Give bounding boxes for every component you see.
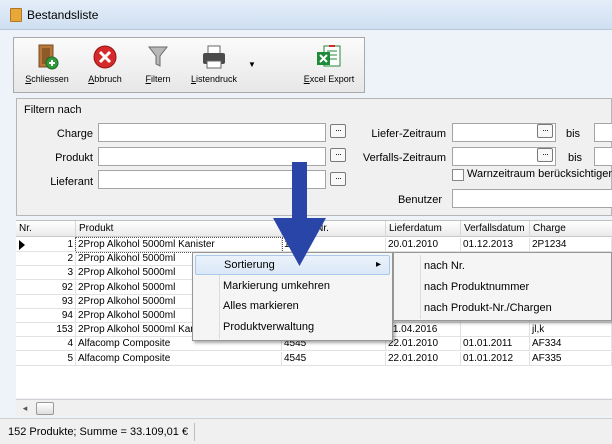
cell-charge: AF335 [530,351,612,366]
cell-verfall: 01.01.2011 [461,337,530,352]
cancel-x-icon [91,43,119,71]
charge-browse-button[interactable]: ··· [330,124,346,138]
printer-icon [200,43,228,71]
benutzer-label: Benutzer [397,194,442,206]
cell-verfall: 01.12.2013 [461,238,530,252]
cell-nr: 92 [31,280,76,295]
schliessen-button[interactable]: Schliessen [20,43,74,91]
status-bar: 152 Produkte; Summe = 33.109,01 € [0,418,612,444]
cell-nr: 5 [31,351,76,366]
submenu-nach-produktnummer[interactable]: nach Produktnummer [396,277,609,297]
cell-liefer: 20.01.2010 [386,238,461,252]
filter-legend: Filtern nach [22,104,84,116]
warnzeitraum-label: Warnzeitraum berücksichtigen [467,168,612,180]
cell-nr: 1 [31,238,76,252]
cell-charge: 2P1234 [530,238,612,252]
submenu-nach-nr[interactable]: nach Nr. [396,256,609,276]
verfalls-zeitraum-label: Verfalls-Zeitraum [362,152,446,164]
excel-export-button[interactable]: Excel Export [298,43,360,91]
submenu-nach-produkt-nr-chargen[interactable]: nach Produkt-Nr./Chargen [396,298,609,318]
window-title: Bestandsliste [27,8,99,22]
cell-liefer: 22.01.2010 [386,337,461,352]
status-text: 152 Produkte; Summe = 33.109,01 € [6,423,196,441]
title-bar: Bestandsliste [0,0,612,30]
warnzeitraum-checkbox[interactable] [452,169,464,181]
col-verfallsdatum-header[interactable]: Verfallsdatum [461,221,530,237]
excel-icon [315,43,343,71]
submenu-arrow-icon: ▸ [375,259,381,270]
listendruck-button[interactable]: Listendruck [184,43,244,91]
cell-liefer: 22.01.2010 [386,351,461,366]
charge-input[interactable] [98,123,326,142]
liefer-bis-label: bis [566,128,581,140]
verfalls-from-picker[interactable]: ··· [537,148,553,162]
cell-nr: 2 [31,252,76,267]
cell-produkt: 2Prop Alkohol 5000ml Kanister [75,237,283,253]
door-exit-icon [33,43,61,71]
col-nr-header[interactable]: Nr. [16,221,76,237]
row-indicator-icon [19,240,25,250]
col-produkt-header[interactable]: Produkt [76,221,282,237]
cell-nr: 93 [31,294,76,309]
cell-liefer: 11.04.2016 [386,323,461,338]
funnel-icon [144,43,172,71]
cell-nr: 94 [31,309,76,323]
menu-item-alles-markieren[interactable]: Alles markieren [195,296,390,316]
lieferant-label: Lieferant [50,176,93,188]
verfalls-to-input[interactable] [594,147,612,166]
liefer-zeitraum-label: Liefer-Zeitraum [371,128,446,140]
cell-artikel: 4545 [282,351,386,366]
filtern-button[interactable]: Filtern [140,43,176,91]
col-charge-header[interactable]: Charge [530,221,612,237]
scroll-left-icon[interactable]: ◂ [18,402,32,415]
charge-label: Charge [56,128,93,140]
cell-nr: 4 [31,337,76,352]
liefer-to-input[interactable] [594,123,612,142]
scroll-thumb[interactable] [36,402,54,415]
cell-verfall [461,323,530,338]
benutzer-input[interactable] [452,189,612,208]
cell-verfall: 01.01.2012 [461,351,530,366]
listendruck-dropdown[interactable]: ▼ [248,60,256,69]
cell-charge: jl,k [530,323,612,338]
sort-submenu: nach Nr. nach Produktnummer nach Produkt… [393,252,612,321]
cell-nr: 153 [31,323,76,338]
horizontal-scrollbar[interactable]: ◂ [16,399,612,416]
col-lieferdatum-header[interactable]: Lieferdatum [386,221,461,237]
annotation-arrow-icon [273,162,326,266]
menu-item-markierung-umkehren[interactable]: Markierung umkehren [195,276,390,296]
app-icon [10,8,22,22]
cell-nr: 3 [31,266,76,281]
produkt-label: Produkt [55,152,93,164]
verfalls-bis-label: bis [568,152,583,164]
menu-item-produktverwaltung[interactable]: Produktverwaltung [195,317,390,337]
lieferant-browse-button[interactable]: ··· [330,172,346,186]
toolbar: Schliessen Abbruch Filtern Listendruck ▼… [13,37,365,93]
abbruch-button[interactable]: Abbruch [84,43,126,91]
table-row[interactable]: 5 Alfacomp Composite 4545 22.01.2010 01.01.2… [16,351,612,366]
cell-charge: AF334 [530,337,612,352]
cell-produkt: Alfacomp Composite [76,351,282,366]
liefer-from-picker[interactable]: ··· [537,124,553,138]
